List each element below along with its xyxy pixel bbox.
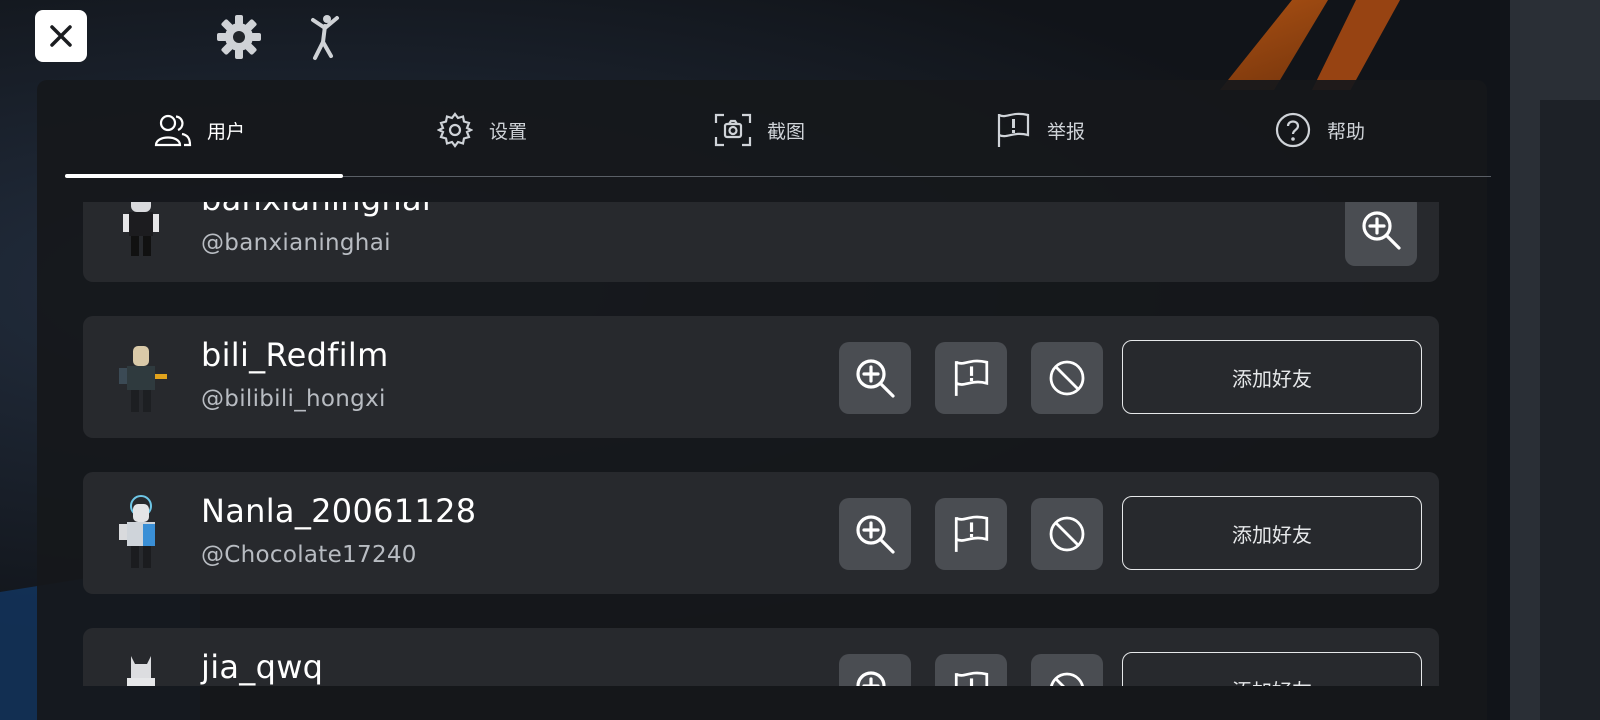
tab-label: 用户	[207, 120, 246, 143]
zoom-in-icon	[1362, 211, 1401, 250]
tab-settings[interactable]: 设置	[435, 102, 527, 158]
player-display-name: bili_Redfilm	[201, 336, 389, 374]
gear-icon	[435, 110, 475, 150]
emote-icon	[311, 15, 339, 60]
block-icon	[1049, 360, 1085, 396]
player-row: jia_qwq 添加好友	[83, 628, 1439, 686]
player-row: Nanla_20061128 @Chocolate17240 添加好友	[83, 472, 1439, 594]
block-player-button[interactable]	[1031, 342, 1103, 414]
menu-panel: 用户 设置 截图 举报 帮助 @banxianinghai bili_Redfi…	[37, 80, 1491, 720]
flag-icon	[954, 515, 989, 552]
avatar	[123, 202, 159, 256]
block-icon	[1049, 516, 1085, 552]
avatar	[119, 346, 167, 412]
report-player-button[interactable]	[935, 498, 1007, 570]
player-username: @bilibili_hongxi	[201, 386, 386, 412]
help-icon	[1273, 110, 1313, 150]
report-player-button[interactable]	[935, 342, 1007, 414]
add-friend-button[interactable]: 添加好友	[1122, 652, 1422, 686]
zoom-in-icon	[856, 515, 895, 554]
player-display-name: jia_qwq	[201, 648, 324, 686]
player-row: banxianinghai @banxianinghai	[83, 202, 1439, 282]
add-friend-button[interactable]: 添加好友	[1122, 496, 1422, 570]
gear-icon	[217, 15, 261, 59]
zoom-in-icon	[856, 671, 886, 686]
inspect-button[interactable]	[839, 498, 911, 570]
emote-button[interactable]	[300, 12, 350, 62]
avatar	[119, 495, 155, 568]
tab-label: 截图	[767, 120, 806, 143]
tab-report[interactable]: 举报	[993, 102, 1085, 158]
player-username: @Chocolate17240	[201, 542, 417, 568]
flag-icon	[954, 359, 989, 396]
flag-icon	[954, 671, 989, 686]
settings-shortcut-button[interactable]	[214, 12, 264, 62]
flag-icon	[993, 110, 1033, 150]
report-player-button[interactable]	[935, 654, 1007, 686]
player-row: bili_Redfilm @bilibili_hongxi 添加好友	[83, 316, 1439, 438]
avatar	[127, 656, 155, 686]
tab-bar: 用户 设置 截图 举报 帮助	[65, 80, 1491, 178]
users-icon	[153, 110, 193, 150]
zoom-in-icon	[856, 359, 895, 398]
block-icon	[1050, 672, 1084, 686]
tab-label: 帮助	[1327, 120, 1366, 143]
inspect-button[interactable]	[839, 654, 911, 686]
screenshot-icon	[713, 110, 753, 150]
player-list[interactable]: banxianinghai @banxianinghai bili_Redfil…	[37, 202, 1487, 686]
tab-help[interactable]: 帮助	[1273, 102, 1365, 158]
player-display-name: Nanla_20061128	[201, 492, 477, 530]
tab-screenshot[interactable]: 截图	[713, 102, 805, 158]
block-player-button[interactable]	[1031, 498, 1103, 570]
close-button[interactable]	[35, 10, 87, 62]
tab-users[interactable]: 用户	[153, 102, 245, 158]
tab-label: 举报	[1047, 120, 1086, 143]
block-player-button[interactable]	[1031, 654, 1103, 686]
active-tab-indicator	[65, 174, 343, 178]
add-friend-button[interactable]: 添加好友	[1122, 340, 1422, 414]
player-username: @banxianinghai	[201, 230, 391, 256]
inspect-button[interactable]	[1345, 202, 1417, 266]
player-display-name: banxianinghai	[201, 202, 431, 218]
close-icon	[50, 25, 72, 47]
tab-label: 设置	[489, 120, 528, 143]
inspect-button[interactable]	[839, 342, 911, 414]
